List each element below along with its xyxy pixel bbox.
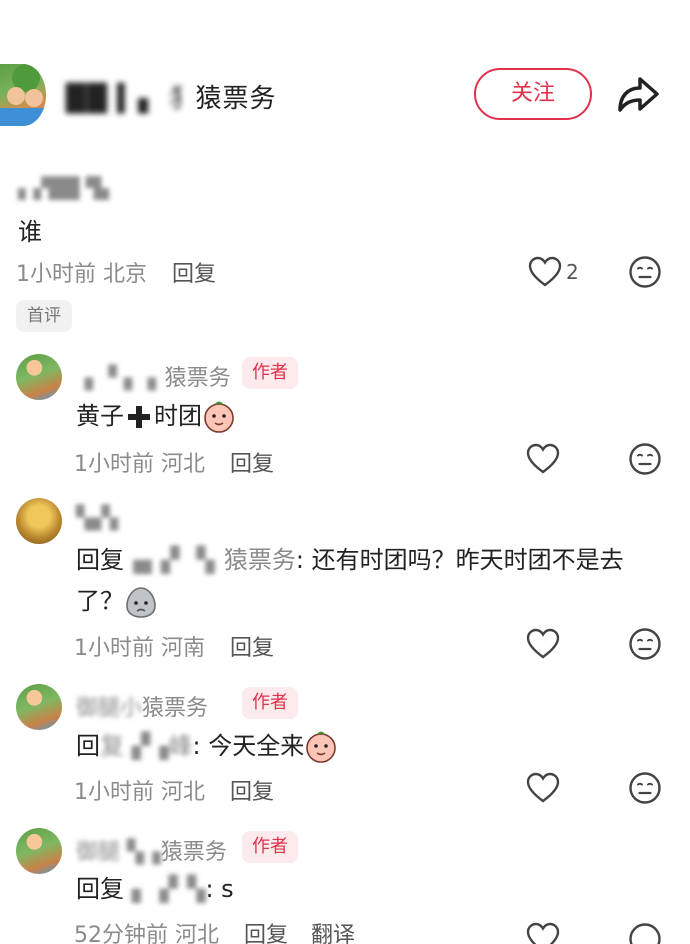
author-name-hidden: ██ ▍▖ 犭 [66,84,196,114]
reply-prefix: 回 [76,732,100,760]
reply-text-line2: 了？ [76,587,124,615]
comment-location: 北京 [103,262,148,287]
reply-button[interactable]: 回复 [230,636,274,661]
plus-icon [128,406,150,428]
reply-location: 河南 [161,636,206,661]
reply-author-name[interactable]: ▚▞▖ [76,506,127,531]
follow-button[interactable]: 关注 [474,68,592,120]
neutral-face-icon[interactable] [628,922,662,944]
blush-emoji-icon [204,401,234,433]
reply-location: 河北 [161,780,206,805]
reply-author-name[interactable]: ▗ ▝ ▖ ▖猿票务 [76,360,231,392]
author-tag: 作者 [242,687,298,719]
author-tag: 作者 [242,831,298,863]
reply-time: 1小时前 [74,780,154,805]
first-comment-badge: 首评 [16,300,72,332]
reply-meta: 52分钟前 河北 回复 翻译 [74,917,355,944]
post-header: ██ ▍▖ 犭猿票务 关注 [0,58,690,128]
reply-text-body: : s [205,875,234,903]
author-avatar[interactable] [0,64,46,126]
blush-emoji-icon [306,731,337,763]
comment-time: 1小时前 [16,262,96,287]
share-arrow-icon[interactable] [612,70,662,118]
reply-author-name[interactable]: 御腿 ▚▗猿票务 [76,834,227,866]
heart-icon[interactable] [526,628,560,660]
reply-author-name[interactable]: 御腿小猿票务 [76,690,208,722]
comment-text: 谁 [18,218,42,246]
mention-visible[interactable]: 猿票务 [224,546,296,574]
reply-avatar[interactable] [16,498,62,544]
reply-meta: 1小时前 河南 回复 [74,630,274,662]
neutral-face-icon[interactable] [628,627,662,661]
reply-button[interactable]: 回复 [244,923,288,944]
comment-page: ██ ▍▖ 犭猿票务 关注 ▖▞██ ▜▖ 谁 1小时前 北京 回复 2 首评 … [0,0,690,944]
author-tag: 作者 [242,357,298,389]
heart-icon[interactable] [526,443,560,475]
reply-meta: 1小时前 河北 回复 [74,446,274,478]
neutral-face-icon[interactable] [628,442,662,476]
author-name-visible: 猿票务 [195,84,277,114]
reply-author-name-visible: 猿票务 [142,696,209,721]
mention-hidden[interactable]: ▖▗▘▚ [132,875,206,903]
author-name[interactable]: ██ ▍▖ 犭猿票务 [66,78,277,115]
reply-text: 回复▗▖▞ ▝▖猿票务: 还有时团吗？昨天时团不是去 [76,540,624,580]
reply-time: 52分钟前 [74,923,168,944]
reply-text-part: 黄子 [76,402,124,430]
reply-author-name-hidden: ▗ ▝ ▖ ▖ [76,366,165,391]
neutral-face-icon[interactable] [628,771,662,805]
heart-icon[interactable] [528,256,562,288]
commenter-name[interactable]: ▖▞██ ▜▖ [18,176,117,200]
reply-author-name-hidden: 御腿 ▚▗ [76,840,161,865]
reply-meta: 1小时前 河北 回复 [74,774,274,806]
reply-text: 回复 ▖▗▘▚: s [76,869,234,909]
reply-time: 1小时前 [74,636,154,661]
reply-text: 黄子 时团 [76,396,236,436]
reply-prefix: 回复 [76,875,124,903]
mention-hidden[interactable]: 复 ▞▗峰 [100,732,193,760]
reply-location: 河北 [175,923,220,944]
reply-text: 回复 ▞▗峰: 今天全来 [76,726,338,766]
reply-author-name-visible: 猿票务 [160,840,227,865]
reply-prefix: 回复 [76,546,124,574]
reply-avatar[interactable] [16,354,62,400]
reply-button[interactable]: 回复 [172,262,216,287]
reply-time: 1小时前 [74,452,154,477]
sad-blob-emoji-icon [126,587,156,618]
reply-author-name-hidden: 御腿小 [76,696,143,721]
reply-text-body: : 今天全来 [192,732,305,760]
reply-avatar[interactable] [16,684,62,730]
neutral-face-icon[interactable] [628,255,662,289]
heart-icon[interactable] [526,772,560,804]
like-count: 2 [566,260,579,284]
reply-text-continued: 了？ [76,581,158,621]
reply-avatar[interactable] [16,828,62,874]
reply-button[interactable]: 回复 [230,452,274,477]
translate-button[interactable]: 翻译 [311,923,355,944]
reply-author-name-visible: 猿票务 [164,366,231,391]
reply-button[interactable]: 回复 [230,780,274,805]
reply-text-part: 时团 [154,402,202,430]
mention-hidden: ▗▖▞ ▝▖ [124,546,224,574]
reply-text-line1: : 还有时团吗？昨天时团不是去 [295,546,624,574]
heart-icon[interactable] [526,922,560,944]
comment-meta: 1小时前 北京 回复 [16,256,216,288]
reply-location: 河北 [161,452,206,477]
